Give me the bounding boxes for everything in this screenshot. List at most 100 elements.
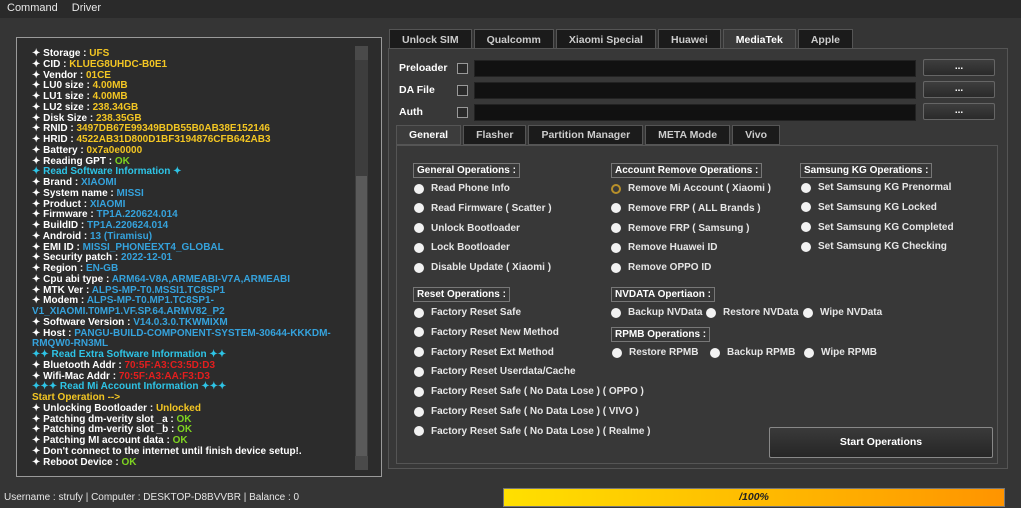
option-reset[interactable]: Factory Reset Safe [414,307,521,318]
menu-driver[interactable]: Driver [65,0,108,18]
subtab-meta-mode[interactable]: META Mode [645,125,731,145]
option-reset[interactable]: Factory Reset Ext Method [414,347,554,358]
start-operations-button[interactable]: Start Operations [769,427,993,458]
radio-button[interactable] [801,222,811,233]
log-value: MISSI [116,187,144,199]
log-value: TP1A.220624.014 [87,220,169,231]
option-account[interactable]: Remove FRP ( ALL Brands ) [611,203,761,214]
log-value: OK [121,456,137,468]
radio-button[interactable] [611,307,621,318]
radio-button[interactable] [611,183,621,194]
radio-button[interactable] [801,241,811,252]
log-scrollbar[interactable] [355,46,368,470]
option-rpmb[interactable]: Backup RPMB [710,347,795,358]
option-label: Remove FRP ( ALL Brands ) [628,202,761,214]
tab-xiaomi-special[interactable]: Xiaomi Special [555,29,656,49]
radio-button[interactable] [414,347,424,358]
option-reset[interactable]: Factory Reset Userdata/Cache [414,366,576,377]
radio-button[interactable] [804,347,814,358]
option-general[interactable]: Read Phone Info [414,183,510,194]
radio-button[interactable] [414,366,424,377]
subtab-flasher[interactable]: Flasher [463,125,527,145]
option-nvdata[interactable]: Backup NVData [611,307,702,318]
radio-button[interactable] [801,182,811,193]
option-reset[interactable]: Factory Reset Safe ( No Data Lose ) ( Re… [414,426,651,437]
auth-path-input[interactable] [474,103,916,121]
radio-button[interactable] [803,307,813,318]
option-samsung[interactable]: Set Samsung KG Locked [801,202,937,213]
radio-button[interactable] [414,183,424,194]
option-account[interactable]: Remove OPPO ID [611,262,711,273]
option-account[interactable]: Remove FRP ( Samsung ) [611,223,750,234]
sub-tabs: General Flasher Partition Manager META Mode… [396,125,781,145]
option-general[interactable]: Unlock Bootloader [414,223,520,234]
radio-button[interactable] [414,406,424,417]
radio-button[interactable] [414,203,424,214]
file-row-da-file: DA File [399,81,916,99]
radio-button[interactable] [414,223,424,234]
log-value: MISSI_PHONEEXT4_GLOBAL [82,241,224,253]
file-row-preloader: Preloader [399,59,916,77]
option-reset[interactable]: Factory Reset New Method [414,327,559,338]
tab-qualcomm[interactable]: Qualcomm [473,29,554,49]
option-nvdata[interactable]: Wipe NVData [803,307,882,318]
log-value: Unlocked [155,402,201,414]
scroll-up-button[interactable] [355,46,368,60]
log-key: ✦ Host : [32,327,75,339]
radio-button[interactable] [801,202,811,213]
option-account[interactable]: Remove Mi Account ( Xiaomi ) [611,183,771,194]
option-general[interactable]: Lock Bootloader [414,242,510,253]
option-reset[interactable]: Factory Reset Safe ( No Data Lose ) ( OP… [414,386,644,397]
radio-button[interactable] [414,327,424,338]
tab-huawei[interactable]: Huawei [657,29,721,49]
radio-button[interactable] [414,307,424,318]
subtab-vivo[interactable]: Vivo [732,125,781,145]
log-key: ✦ Patching dm-verity slot _a : [32,413,177,425]
log-key: ✦ BuildID : [32,220,88,231]
tab-unlock-sim[interactable]: Unlock SIM [389,29,472,49]
progress-label: /100% [739,491,769,503]
da-file-checkbox[interactable] [457,84,468,96]
radio-button[interactable] [611,223,621,234]
auth-browse-button[interactable]: ... [923,103,995,120]
option-rpmb[interactable]: Restore RPMB [612,347,698,358]
option-label: Remove FRP ( Samsung ) [628,222,750,234]
auth-checkbox[interactable] [457,106,468,118]
option-samsung[interactable]: Set Samsung KG Prenormal [801,182,951,193]
da-file-browse-button[interactable]: ... [923,81,995,98]
radio-button[interactable] [414,386,424,397]
log-key: ✦ CID : [32,58,70,70]
tab-mediatek[interactable]: MediaTek [722,29,796,49]
menu-command[interactable]: Command [0,0,65,18]
radio-button[interactable] [414,242,424,253]
option-account[interactable]: Remove Huawei ID [611,242,717,253]
option-general[interactable]: Read Firmware ( Scatter ) [414,203,552,214]
radio-button[interactable] [414,426,424,437]
radio-button[interactable] [611,262,621,273]
radio-button[interactable] [710,347,720,358]
radio-button[interactable] [611,242,621,253]
option-samsung[interactable]: Set Samsung KG Checking [801,241,947,252]
subtab-general[interactable]: General [396,125,462,145]
radio-button[interactable] [706,307,716,318]
tab-apple[interactable]: Apple [797,29,853,49]
option-general[interactable]: Disable Update ( Xiaomi ) [414,262,551,273]
log-key: ✦ Region : [32,263,86,274]
preloader-path-input[interactable] [474,59,916,77]
option-rpmb[interactable]: Wipe RPMB [804,347,877,358]
log-key: ✦ System name : [32,187,117,199]
subtab-partition-manager[interactable]: Partition Manager [528,125,644,145]
preloader-browse-button[interactable]: ... [923,59,995,76]
radio-button[interactable] [612,347,622,358]
general-tab-content: Start Operations General Operations : Rea… [396,145,998,464]
radio-button[interactable] [611,203,621,214]
option-reset[interactable]: Factory Reset Safe ( No Data Lose ) ( VI… [414,406,639,417]
radio-button[interactable] [414,262,424,273]
da-file-path-input[interactable] [474,81,916,99]
scroll-thumb[interactable] [356,176,367,456]
option-nvdata[interactable]: Restore NVData [706,307,799,318]
scroll-down-button[interactable] [355,456,368,470]
preloader-checkbox[interactable] [457,62,468,74]
group-header-samsung: Samsung KG Operations : [800,163,933,178]
option-samsung[interactable]: Set Samsung KG Completed [801,222,954,233]
